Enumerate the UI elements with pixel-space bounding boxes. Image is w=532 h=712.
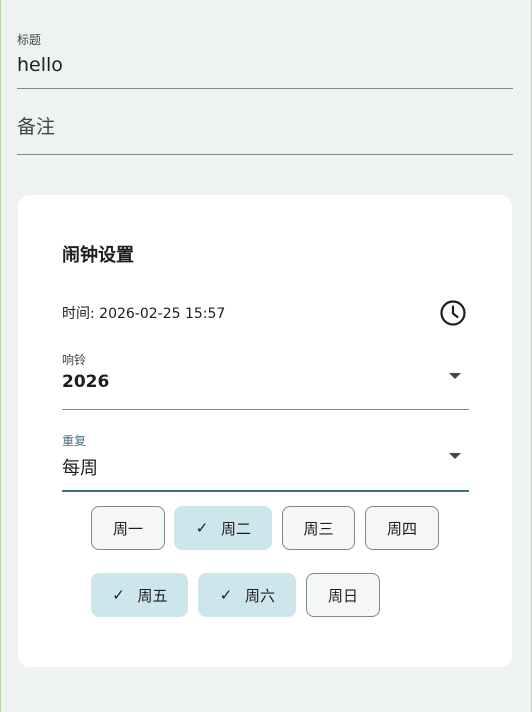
- weekday-chip-sat[interactable]: ✓ 周六: [198, 573, 296, 617]
- chevron-down-icon[interactable]: [449, 373, 461, 379]
- note-field[interactable]: 备注: [17, 100, 513, 155]
- weekday-chip-label: 周六: [244, 586, 275, 605]
- alarm-settings-title: 闹钟设置: [62, 245, 134, 266]
- frame-left-edge: [0, 0, 1, 712]
- weekday-chip-tue[interactable]: ✓ 周二: [174, 506, 272, 550]
- weekday-chip-wed[interactable]: 周三: [282, 506, 355, 550]
- weekday-chip-mon[interactable]: 周一: [91, 506, 165, 550]
- title-field-label: 标题: [17, 33, 42, 47]
- check-icon: ✓: [219, 586, 233, 604]
- weekday-chip-label: 周四: [386, 519, 417, 538]
- weekday-chip-label: 周五: [137, 586, 168, 605]
- weekday-chip-sun[interactable]: 周日: [306, 573, 380, 617]
- check-icon: ✓: [112, 586, 125, 604]
- weekday-chip-thu[interactable]: 周四: [365, 506, 439, 550]
- weekday-chip-label: 周一: [112, 519, 143, 538]
- alarm-time-text: 时间: 2026-02-25 15:57: [62, 306, 226, 322]
- note-field-placeholder[interactable]: 备注: [17, 112, 55, 139]
- ring-select-label: 响铃: [62, 353, 87, 367]
- alarm-settings-card: 闹钟设置 时间: 2026-02-25 15:57 响铃 2026 重复 每周 …: [18, 195, 512, 667]
- clock-icon[interactable]: [439, 299, 467, 327]
- weekday-chip-fri[interactable]: ✓ 周五: [91, 573, 188, 617]
- check-icon: ✓: [195, 519, 209, 537]
- ring-select[interactable]: 响铃 2026: [62, 351, 469, 410]
- weekday-chip-label: 周三: [303, 519, 334, 538]
- repeat-select-value: 每周: [62, 458, 98, 479]
- repeat-select-label: 重复: [62, 434, 87, 448]
- title-field[interactable]: 标题 hello: [17, 28, 513, 89]
- repeat-select[interactable]: 重复 每周: [62, 432, 469, 492]
- ring-select-value: 2026: [62, 372, 110, 392]
- weekday-chip-label: 周日: [327, 586, 358, 605]
- title-field-value[interactable]: hello: [17, 54, 63, 76]
- chevron-down-icon[interactable]: [449, 453, 461, 459]
- weekday-chip-label: 周二: [220, 519, 251, 538]
